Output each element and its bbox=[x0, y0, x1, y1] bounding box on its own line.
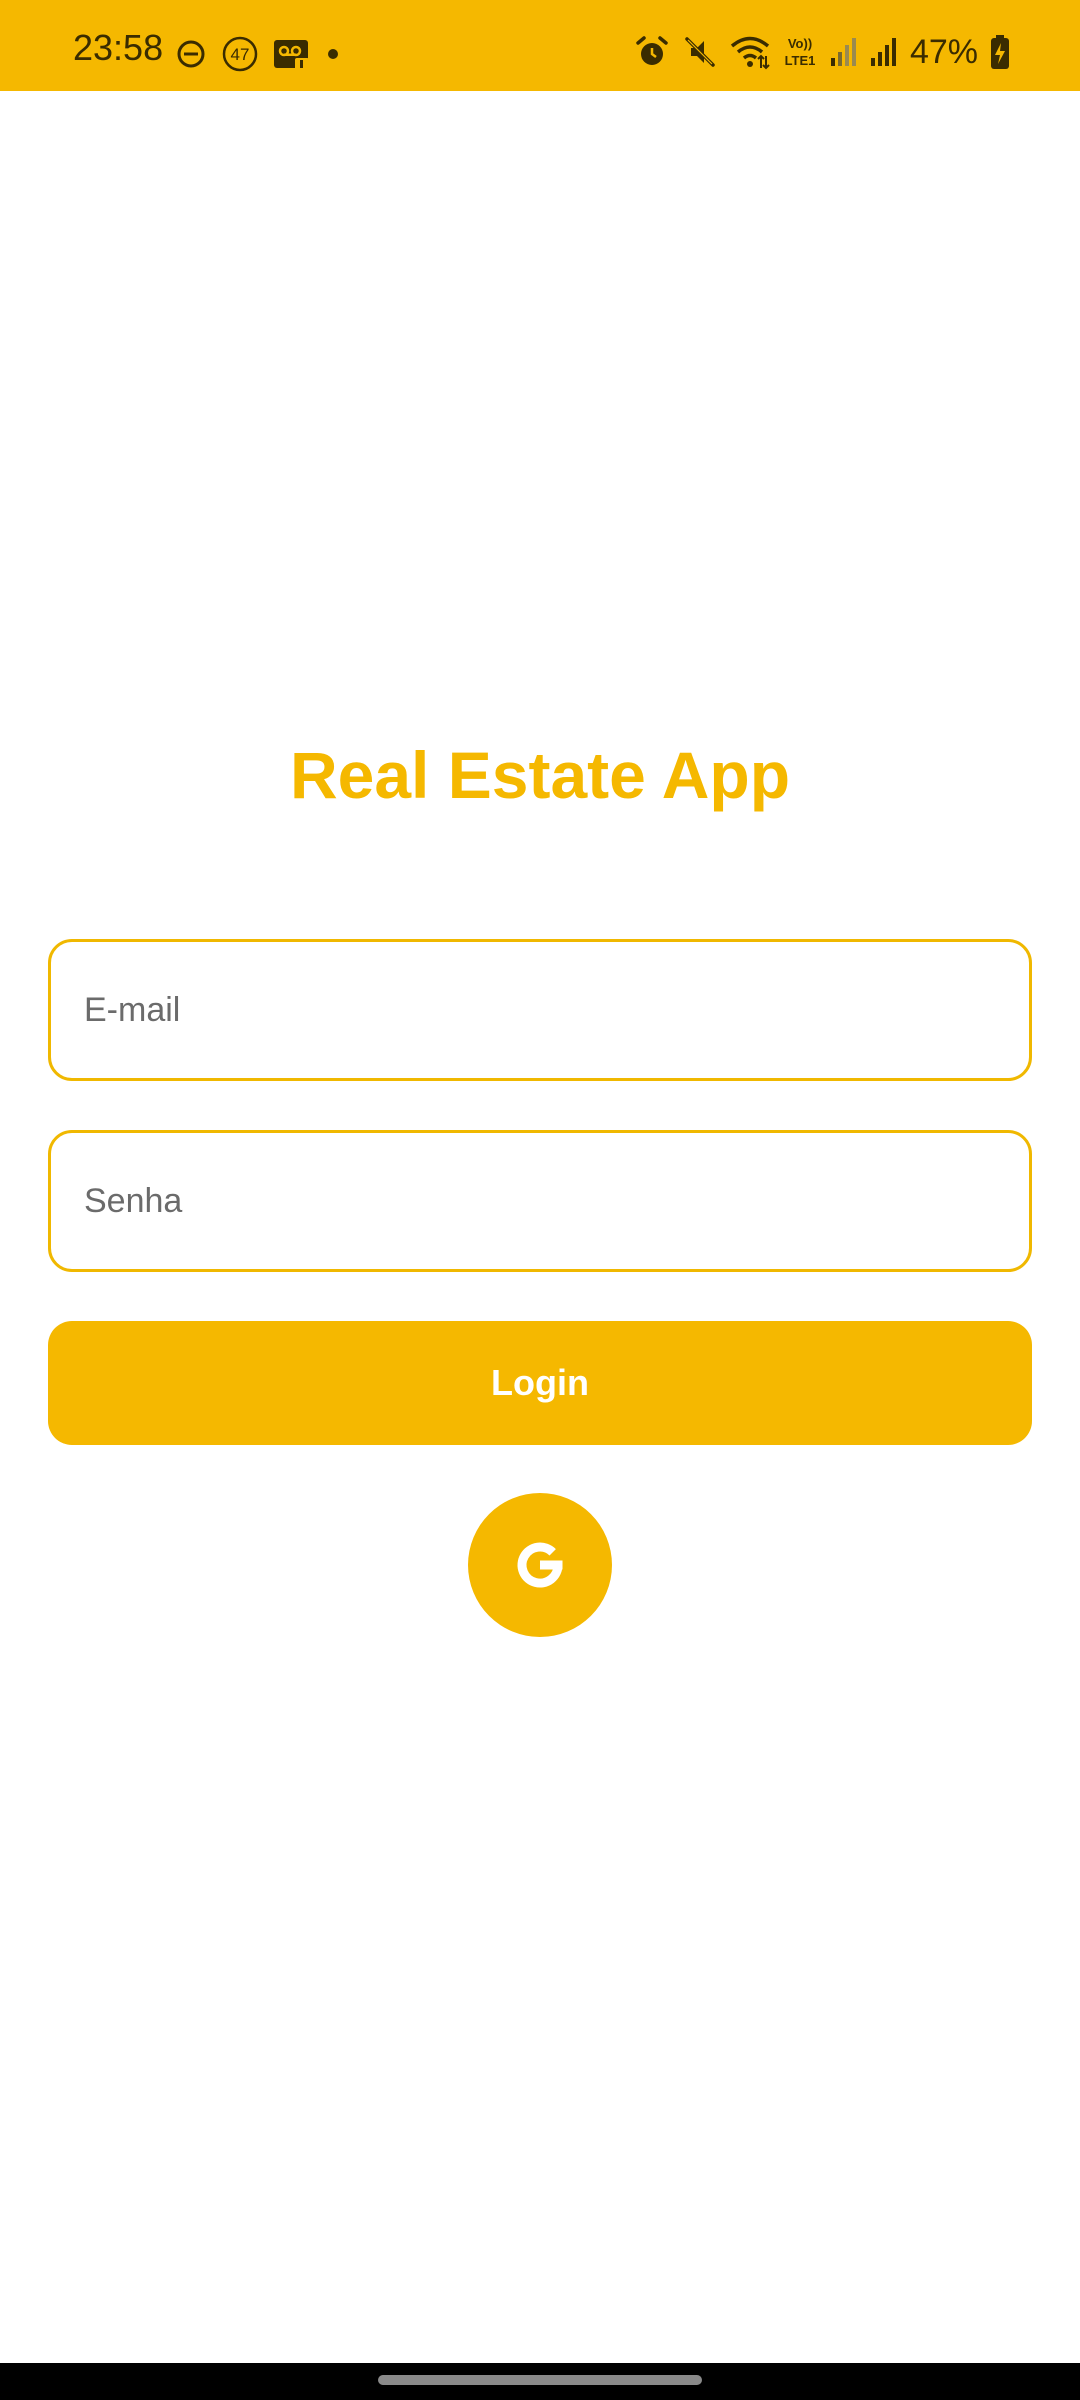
notification-count-text: 47 bbox=[231, 45, 250, 64]
home-gesture-handle[interactable] bbox=[378, 2375, 702, 2385]
voicemail-icon bbox=[274, 40, 309, 70]
notification-count-icon: 47 bbox=[222, 36, 258, 72]
volte-label-bottom: LTE1 bbox=[785, 53, 816, 68]
google-sign-in-button[interactable] bbox=[468, 1493, 612, 1637]
google-icon bbox=[517, 1542, 563, 1588]
status-time: 23:58 bbox=[73, 27, 164, 68]
email-field-container[interactable] bbox=[48, 939, 1032, 1081]
password-field-container[interactable] bbox=[48, 1130, 1032, 1272]
navigation-bar bbox=[0, 2363, 1080, 2400]
password-field[interactable] bbox=[84, 1181, 996, 1221]
volte-label-top: Vo)) bbox=[788, 36, 812, 51]
login-screen: 23:58 47 Vo)) LTE1 47% Real Estate App E… bbox=[0, 0, 1080, 2400]
alarm-icon bbox=[636, 36, 668, 65]
wifi-icon bbox=[730, 36, 770, 70]
app-title: Real Estate App bbox=[289, 738, 791, 812]
do-not-disturb-icon bbox=[177, 40, 205, 68]
login-button-label: Login bbox=[491, 1362, 589, 1403]
battery-charging-icon bbox=[991, 35, 1009, 69]
status-left-icons: 47 bbox=[175, 34, 341, 74]
volte-icon: Vo)) LTE1 bbox=[785, 36, 816, 68]
status-right-icons: Vo)) LTE1 47% bbox=[634, 30, 1010, 74]
email-field[interactable] bbox=[84, 990, 996, 1030]
login-button[interactable]: Login bbox=[48, 1321, 1032, 1445]
dot-icon bbox=[328, 49, 338, 59]
signal-icon bbox=[830, 38, 856, 66]
battery-percent: 47% bbox=[909, 33, 978, 71]
signal-icon bbox=[870, 38, 896, 66]
status-bar: 23:58 47 Vo)) LTE1 47% bbox=[0, 0, 1080, 91]
mute-icon bbox=[685, 37, 715, 67]
